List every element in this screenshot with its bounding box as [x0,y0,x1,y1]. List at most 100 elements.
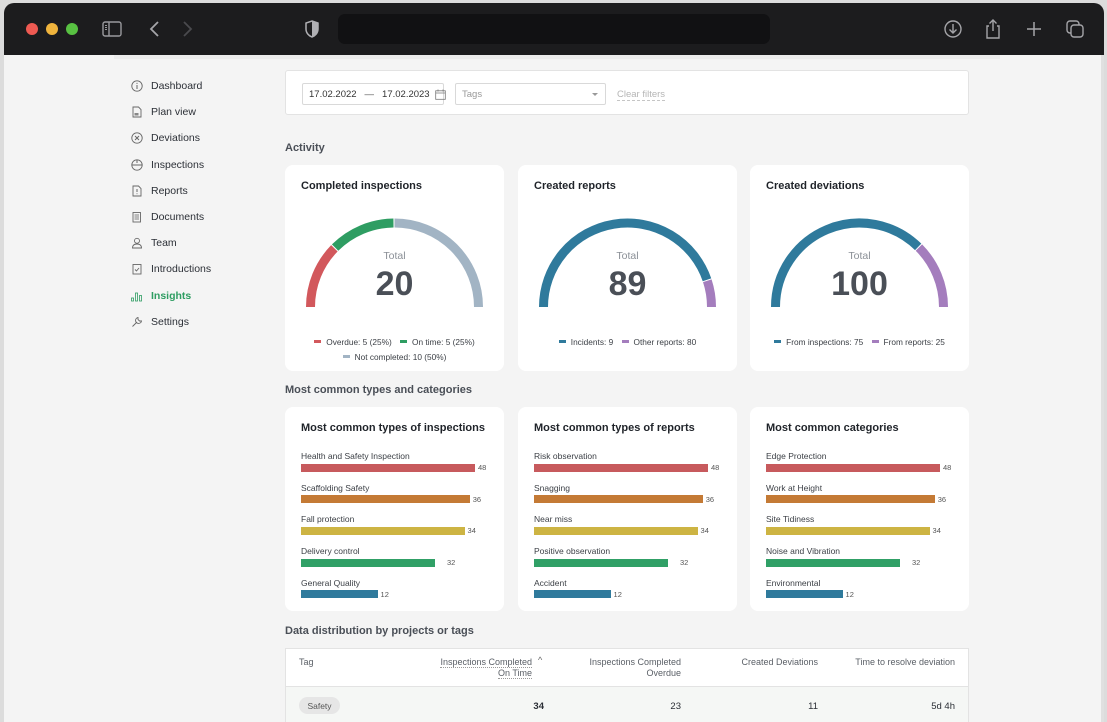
card-title: Most common categories [766,422,899,434]
column-header-tag[interactable]: Tag [299,657,314,668]
sidebar-item-label: Settings [151,315,189,328]
bar [766,590,843,599]
bar-value-label: 12 [380,589,389,599]
date-range-picker[interactable]: 17.02.2022 — 17.02.2023 [302,83,446,105]
clear-filters-link[interactable]: Clear filters [617,89,666,101]
legend-swatch [774,340,782,343]
sort-ascending-icon[interactable]: ^ [538,655,542,665]
legend-label: Not completed: 10 (50%) [354,351,447,362]
column-header-label: Inspections Completed [440,657,532,668]
sidebar-item-label: Insights [151,289,192,302]
document-icon [130,211,143,224]
bar-line: 12 [534,590,729,599]
minimize-window-button[interactable] [46,23,58,35]
bar-row: Risk observation 48 [534,451,729,472]
sidebar-item-label: Inspections [151,158,205,171]
bar-line: 48 [534,463,729,472]
bar-label: Health and Safety Inspection [301,451,410,461]
bar [301,495,470,504]
tags-select[interactable]: Tags [455,83,606,105]
column-header-on-time[interactable]: Inspections Completed On Time [440,657,532,679]
bar-value-label: 12 [845,589,854,599]
gauge-center-label: Total [616,250,639,262]
bar-value-label: 48 [711,463,720,472]
bar-line: 48 [766,463,961,472]
legend-swatch [314,340,322,343]
bar-card: Most common types of inspections Health … [285,407,504,611]
shield-icon[interactable] [300,17,324,41]
forward-icon[interactable] [175,17,199,41]
legend-label: From inspections: 75 [786,336,864,347]
bar-value-label: 36 [472,494,482,504]
tag-chip[interactable]: Safety [299,697,340,714]
section-title-common: Most common types and categories [285,384,473,396]
bar [534,463,708,472]
sidebar-item-documents[interactable]: Documents [130,204,280,230]
bar [766,526,930,535]
bar-label: Positive observation [534,546,611,557]
page-scrollbar[interactable] [1101,55,1104,722]
sidebar-item-deviations[interactable]: Deviations [130,125,280,151]
bar-value-label: 36 [937,494,947,504]
sidebar-item-reports[interactable]: Reports [130,178,280,204]
date-to: 17.02.2023 [382,88,430,100]
bar [534,590,611,599]
bar-label: Noise and Vibration [766,546,841,557]
date-separator: — [364,88,375,100]
legend-swatch [558,340,566,343]
new-tab-icon[interactable] [1022,17,1046,41]
address-bar[interactable] [338,14,770,44]
sidebar-item-introductions[interactable]: Introductions [130,256,280,282]
back-icon[interactable] [143,17,167,41]
legend-label: Other reports: 80 [633,336,697,347]
bar-line: 34 [534,526,729,535]
maximize-window-button[interactable] [66,23,78,35]
column-header-deviations[interactable]: Created Deviations [741,657,818,668]
chevron-down-icon [592,93,598,96]
sidebar-item-plan-view[interactable]: Plan view [130,99,280,125]
bar-chart-icon [130,289,143,302]
table-row[interactable]: Safety 34 23 11 5d 4h [286,687,968,722]
browser-titlebar [4,3,1104,55]
bar-value-label: 32 [911,558,921,568]
column-header-resolve-time[interactable]: Time to resolve deviation [855,657,955,668]
sidebar-nav: Dashboard Plan view Deviations Inspectio… [130,73,280,335]
sidebar-item-team[interactable]: Team [130,230,280,256]
bar-line: 34 [301,526,496,535]
bar-line: 32 [766,558,961,567]
column-header-label: Overdue [646,668,681,678]
bar-value-label: 34 [467,526,476,536]
chart-legend-row2: Not completed: 10 (50%) [285,350,504,362]
bar-line: 48 [301,463,496,472]
section-title-activity: Activity [285,142,325,154]
bar-line: 36 [534,495,729,504]
bar-line: 12 [766,590,961,599]
chart-legend: Overdue: 5 (25%) On time: 5 (25%) [285,335,504,347]
bar [301,590,378,599]
bar-label: Work at Height [766,482,823,493]
download-icon[interactable] [941,17,965,41]
bar-line: 12 [301,590,496,599]
tabs-icon[interactable] [1063,17,1087,41]
bar-row: Fall protection 34 [301,514,496,535]
sidebar-icon[interactable] [100,17,124,41]
legend-swatch [342,355,350,358]
bar-label: Risk observation [534,451,597,461]
header-shadow [114,55,1000,59]
legend-swatch [400,340,408,343]
sidebar-item-dashboard[interactable]: Dashboard [130,73,280,99]
column-header-overdue[interactable]: Inspections Completed Overdue [589,657,681,679]
sidebar-item-label: Introductions [151,263,212,276]
legend-item-incidents: Incidents: 9 [558,337,613,347]
sidebar-item-insights[interactable]: Insights [130,283,280,309]
sidebar-item-inspections[interactable]: Inspections [130,152,280,178]
bar [301,526,465,535]
cell-on-time: 34 [533,701,544,712]
share-icon[interactable] [981,17,1005,41]
report-icon [130,184,143,197]
sidebar-item-settings[interactable]: Settings [130,309,280,335]
calendar-icon [434,89,446,100]
sidebar-item-label: Reports [151,184,188,197]
close-window-button[interactable] [26,23,38,35]
bar-card: Most common types of reports Risk observ… [518,407,737,611]
